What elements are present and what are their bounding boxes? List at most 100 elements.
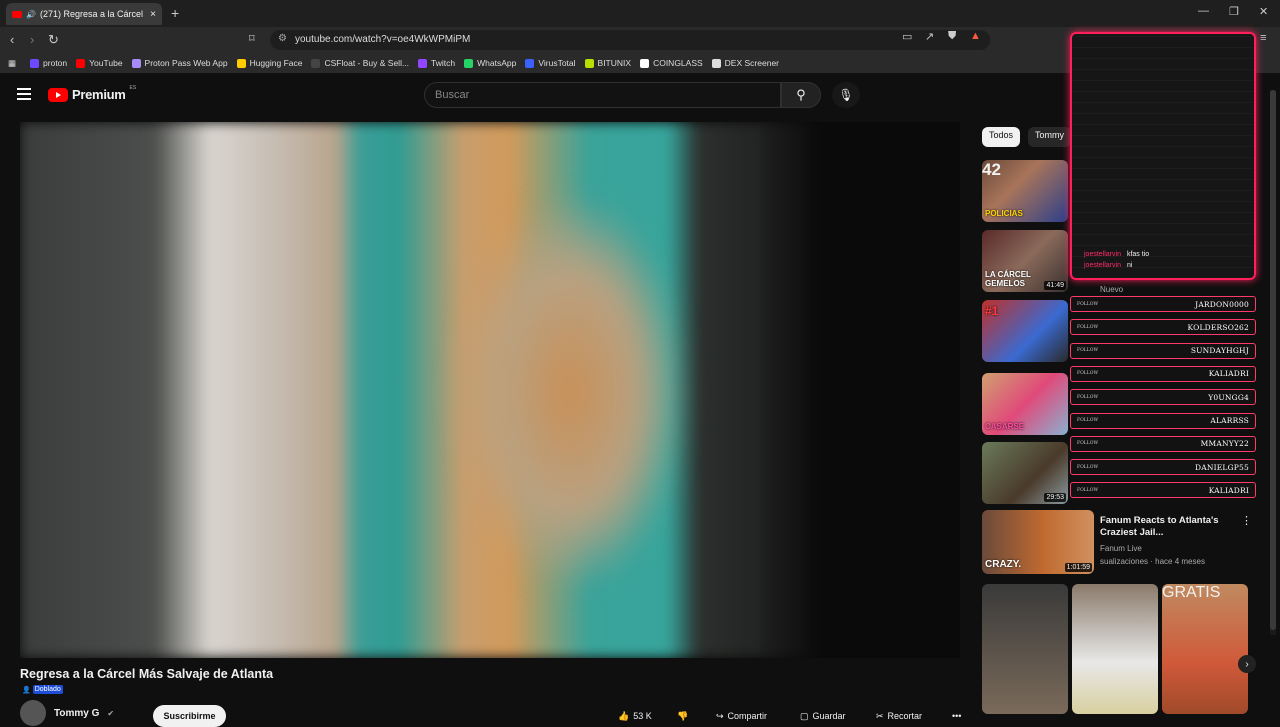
follower-name: KALIADRI bbox=[1208, 369, 1249, 379]
channel-info[interactable]: Tommy G ✔ bbox=[20, 700, 114, 726]
bookmark-label: COINGLASS bbox=[653, 58, 703, 68]
bookmark-item[interactable]: Twitch bbox=[418, 58, 455, 68]
follower-card: FOLLOW Y0UNGG4 bbox=[1070, 389, 1256, 406]
youtube-premium-logo[interactable]: Premium ES bbox=[48, 84, 137, 102]
follow-tag: FOLLOW bbox=[1077, 441, 1099, 447]
rec-thumbnail-3[interactable]: #1 bbox=[982, 300, 1068, 362]
bookmark-label: VirusTotal bbox=[538, 58, 576, 68]
rec-title[interactable]: Fanum Reacts to Atlanta's Craziest Jail.… bbox=[1100, 515, 1235, 539]
bookmark-item[interactable]: YouTube bbox=[76, 58, 123, 68]
like-button[interactable]: 👍 53 K bbox=[618, 705, 652, 727]
site-info-icon[interactable]: ⚙ bbox=[278, 33, 287, 44]
short-thumbnail-1[interactable] bbox=[982, 584, 1068, 714]
brave-shield-icon[interactable]: ⛊ bbox=[948, 30, 956, 43]
chip-channel[interactable]: Tommy bbox=[1028, 127, 1072, 147]
logo-region: ES bbox=[129, 84, 137, 91]
stream-chat-overlay: joestellarvin kfas tio joestellarvin ni bbox=[1070, 32, 1256, 280]
bookmark-favicon-icon bbox=[418, 58, 428, 68]
follow-tag: FOLLOW bbox=[1077, 371, 1099, 377]
bookmark-favicon-icon bbox=[311, 58, 321, 68]
rec-channel[interactable]: Fanum Live bbox=[1100, 544, 1142, 553]
back-icon[interactable]: ‹ bbox=[10, 32, 14, 47]
bookmark-favicon-icon bbox=[525, 58, 535, 68]
bookmark-item[interactable]: DEX Screener bbox=[711, 58, 780, 68]
bookmark-item[interactable]: CSFloat - Buy & Sell... bbox=[311, 58, 409, 68]
follower-name: DANIELGP55 bbox=[1195, 462, 1249, 472]
dislike-button[interactable]: 👎 bbox=[677, 705, 688, 727]
bookmark-item[interactable]: Hugging Face bbox=[236, 58, 302, 68]
channel-avatar[interactable] bbox=[20, 700, 46, 726]
search-button[interactable]: ⚲ bbox=[781, 82, 821, 108]
restore-icon[interactable]: ❐ bbox=[1229, 5, 1239, 18]
new-tab-button[interactable]: + bbox=[171, 5, 179, 21]
bookmark-favicon-icon bbox=[640, 58, 650, 68]
rec-item-fanum[interactable]: CRAZY. 1:01:59 Fanum Reacts to Atlanta's… bbox=[982, 510, 1252, 574]
scrollbar-thumb[interactable] bbox=[1270, 90, 1276, 630]
bookmark-item[interactable]: BITUNIX bbox=[584, 58, 631, 68]
rec-thumbnail-2[interactable]: LA CÁRCEL GEMELOS 41:49 bbox=[982, 230, 1068, 292]
rec-thumbnail-6[interactable]: CRAZY. 1:01:59 bbox=[982, 510, 1094, 574]
scrollbar[interactable] bbox=[1270, 90, 1276, 635]
chat-message: ni bbox=[1126, 262, 1133, 269]
rec-thumbnail-4[interactable]: CASARSE bbox=[982, 373, 1068, 435]
thumb-duration: 1:01:59 bbox=[1064, 563, 1092, 572]
rewards-icon[interactable]: ▲ bbox=[970, 30, 981, 42]
short-thumbnail-3[interactable]: GRATIS bbox=[1162, 584, 1248, 714]
follower-card: FOLLOW ALARRSS bbox=[1070, 412, 1256, 429]
channel-name[interactable]: Tommy G bbox=[54, 708, 99, 719]
bookmark-page-icon[interactable]: ⌑ bbox=[249, 32, 255, 45]
bookmark-label: DEX Screener bbox=[724, 58, 780, 68]
follower-name: ALARRSS bbox=[1210, 416, 1249, 425]
next-arrow-icon[interactable]: › bbox=[1238, 655, 1256, 673]
menu-icon[interactable]: ≡ bbox=[1260, 32, 1266, 44]
dub-label: Doblado bbox=[32, 685, 63, 694]
share-button[interactable]: ↪ Compartir bbox=[716, 705, 767, 727]
follower-card: FOLLOW KALIADRI bbox=[1070, 482, 1256, 499]
voice-search-button[interactable]: 🎙 bbox=[832, 82, 860, 108]
bookmark-item[interactable]: proton bbox=[30, 58, 67, 68]
thumb-caption: CASARSE bbox=[985, 422, 1025, 431]
follow-tag: FOLLOW bbox=[1077, 324, 1099, 330]
bookmark-label: WhatsApp bbox=[477, 58, 517, 68]
short-thumbnail-2[interactable] bbox=[1072, 584, 1158, 714]
chip-all[interactable]: Todos bbox=[982, 127, 1021, 147]
bookmark-item[interactable]: WhatsApp bbox=[464, 58, 516, 68]
minimize-icon[interactable]: — bbox=[1198, 5, 1209, 17]
bookmark-label: YouTube bbox=[89, 58, 123, 68]
subscribe-button[interactable]: Suscribirme bbox=[153, 705, 226, 727]
clip-button[interactable]: ✂ Recortar bbox=[876, 705, 922, 727]
bookmark-item[interactable]: COINGLASS bbox=[640, 58, 703, 68]
bookmark-favicon-icon bbox=[464, 58, 474, 68]
guide-menu-icon[interactable] bbox=[17, 88, 31, 100]
reload-icon[interactable]: ↻ bbox=[48, 32, 59, 48]
close-tab-icon[interactable]: × bbox=[150, 9, 156, 20]
video-player[interactable] bbox=[20, 122, 960, 658]
address-bar[interactable]: ⚙ youtube.com/watch?v=oe4WkWPMiPM bbox=[270, 30, 990, 50]
apps-icon[interactable]: ▦ bbox=[8, 58, 16, 69]
browser-tab[interactable]: 🔊 (271) Regresa a la Cárcel Más Salvaje … bbox=[6, 3, 162, 25]
close-window-icon[interactable]: ✕ bbox=[1259, 5, 1268, 18]
shorts-shelf: GRATIS bbox=[982, 584, 1250, 714]
youtube-favicon-icon bbox=[12, 10, 22, 18]
forward-icon[interactable]: › bbox=[30, 32, 34, 47]
cast-icon[interactable]: ▭ bbox=[902, 30, 912, 43]
follower-name: Y0UNGG4 bbox=[1208, 392, 1249, 402]
bookmark-item[interactable]: Proton Pass Web App bbox=[131, 58, 228, 68]
follower-name: MMANYY22 bbox=[1200, 439, 1249, 449]
search-input[interactable]: Buscar bbox=[424, 82, 781, 108]
more-actions-icon[interactable]: ••• bbox=[952, 705, 961, 727]
rec-thumbnail-5[interactable]: 29:53 bbox=[982, 442, 1068, 504]
thumb-caption: CRAZY. bbox=[985, 559, 1022, 570]
follower-name: SUNDAYHGHJ bbox=[1190, 346, 1249, 356]
bookmark-favicon-icon bbox=[236, 58, 246, 68]
bookmark-label: CSFloat - Buy & Sell... bbox=[324, 58, 410, 68]
video-title: Regresa a la Cárcel Más Salvaje de Atlan… bbox=[20, 667, 274, 681]
bookmark-favicon-icon bbox=[711, 58, 721, 68]
save-button[interactable]: ▢ Guardar bbox=[800, 705, 846, 727]
share-icon[interactable]: ↗ bbox=[925, 30, 934, 43]
follow-tag: FOLLOW bbox=[1077, 487, 1099, 493]
follow-tag: FOLLOW bbox=[1077, 418, 1099, 423]
more-options-icon[interactable]: ⋮ bbox=[1241, 514, 1252, 527]
bookmark-item[interactable]: VirusTotal bbox=[525, 58, 576, 68]
speaker-icon[interactable]: 🔊 bbox=[26, 10, 36, 19]
